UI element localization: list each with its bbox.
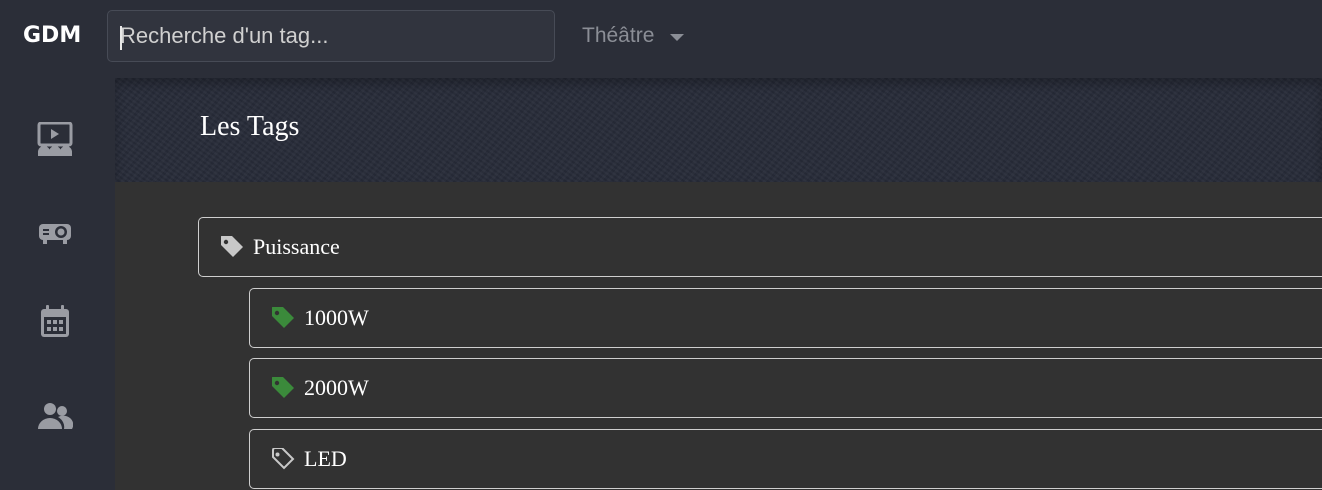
page-title: Les Tags bbox=[200, 111, 300, 142]
tag-row-1000w[interactable]: 1000W bbox=[249, 288, 1322, 348]
tag-label: LED bbox=[304, 446, 347, 471]
sidebar-item-equipment[interactable] bbox=[30, 208, 80, 258]
top-bar: GDM Théâtre bbox=[0, 0, 1322, 78]
tag-row-led[interactable]: LED bbox=[249, 429, 1322, 489]
tag-icon bbox=[271, 307, 295, 329]
sidebar bbox=[0, 78, 115, 490]
search-box[interactable] bbox=[107, 10, 555, 62]
theater-screen-icon bbox=[37, 122, 73, 156]
search-input[interactable] bbox=[120, 11, 540, 61]
text-cursor bbox=[120, 26, 122, 50]
tag-icon bbox=[220, 236, 244, 258]
app-logo[interactable]: GDM bbox=[23, 23, 81, 48]
venue-select[interactable]: Théâtre bbox=[582, 24, 654, 48]
tag-row-2000w[interactable]: 2000W bbox=[249, 358, 1322, 418]
sidebar-item-shows[interactable] bbox=[30, 114, 80, 164]
tag-label: 1000W bbox=[304, 305, 369, 330]
tag-label: Puissance bbox=[253, 234, 340, 259]
tag-icon bbox=[271, 377, 295, 399]
chevron-down-icon[interactable] bbox=[670, 34, 684, 41]
page-header: Les Tags bbox=[115, 78, 1322, 182]
calendar-icon bbox=[41, 305, 69, 337]
tag-row-puissance[interactable]: Puissance bbox=[198, 217, 1322, 277]
sidebar-item-users[interactable] bbox=[30, 391, 80, 441]
tag-label: 2000W bbox=[304, 375, 369, 400]
sidebar-item-calendar[interactable] bbox=[30, 296, 80, 346]
users-icon bbox=[38, 403, 73, 429]
tag-outline-icon bbox=[271, 448, 295, 470]
projector-icon bbox=[39, 224, 71, 244]
